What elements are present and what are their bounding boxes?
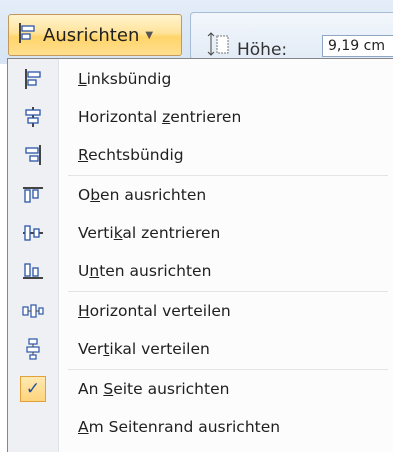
ribbon-bar: Ausrichten ▼ Höhe: 9,19 cm xyxy=(0,0,393,64)
menu-item-label: Vertikal verteilen xyxy=(78,340,210,358)
distribute-vertically-icon xyxy=(8,330,58,368)
menu-item-label: Rechtsbündig xyxy=(78,146,184,164)
menu-item-label: Horizontal zentrieren xyxy=(78,108,242,126)
shape-height-icon xyxy=(205,31,231,61)
height-label: Höhe: xyxy=(237,40,288,60)
menu-item-label: Unten ausrichten xyxy=(78,262,212,280)
menu-item-distribute-vertically[interactable]: Vertikal verteilen xyxy=(8,330,393,368)
menu-item-align-right[interactable]: Rechtsbündig xyxy=(8,136,393,174)
menu-item-align-to-page[interactable]: ✓ An Seite ausrichten xyxy=(8,370,393,408)
align-dropdown-menu: Linksbündig Horizontal zentrieren Rechts… xyxy=(7,58,393,452)
menu-item-align-to-margin[interactable]: Am Seitenrand ausrichten xyxy=(8,408,393,446)
menu-item-label: An Seite ausrichten xyxy=(78,380,230,398)
align-middle-icon xyxy=(8,214,58,252)
menu-item-label: Linksbündig xyxy=(78,70,172,88)
align-top-icon xyxy=(8,176,58,214)
align-right-icon xyxy=(8,136,58,174)
align-bottom-icon xyxy=(8,252,58,290)
align-dropdown-button[interactable]: Ausrichten ▼ xyxy=(8,14,182,56)
menu-item-label: Vertikal zentrieren xyxy=(78,224,221,242)
menu-item-label: Am Seitenrand ausrichten xyxy=(78,418,281,436)
menu-item-align-middle[interactable]: Vertikal zentrieren xyxy=(8,214,393,252)
align-button-label: Ausrichten xyxy=(43,24,140,46)
align-left-icon xyxy=(8,60,58,98)
menu-item-label: Horizontal verteilen xyxy=(78,302,231,320)
align-center-icon xyxy=(8,98,58,136)
size-group: Höhe: 9,19 cm xyxy=(190,12,393,60)
height-input[interactable]: 9,19 cm xyxy=(322,35,393,57)
menu-item-label: Oben ausrichten xyxy=(78,186,207,204)
menu-item-align-top[interactable]: Oben ausrichten xyxy=(8,176,393,214)
menu-item-align-bottom[interactable]: Unten ausrichten xyxy=(8,252,393,290)
menu-item-distribute-horizontally[interactable]: Horizontal verteilen xyxy=(8,292,393,330)
menu-item-align-left[interactable]: Linksbündig xyxy=(8,60,393,98)
menu-item-align-center[interactable]: Horizontal zentrieren xyxy=(8,98,393,136)
distribute-horizontally-icon xyxy=(8,292,58,330)
checkmark-icon: ✓ xyxy=(20,376,46,402)
chevron-down-icon: ▼ xyxy=(145,29,154,41)
align-left-icon xyxy=(18,23,36,47)
